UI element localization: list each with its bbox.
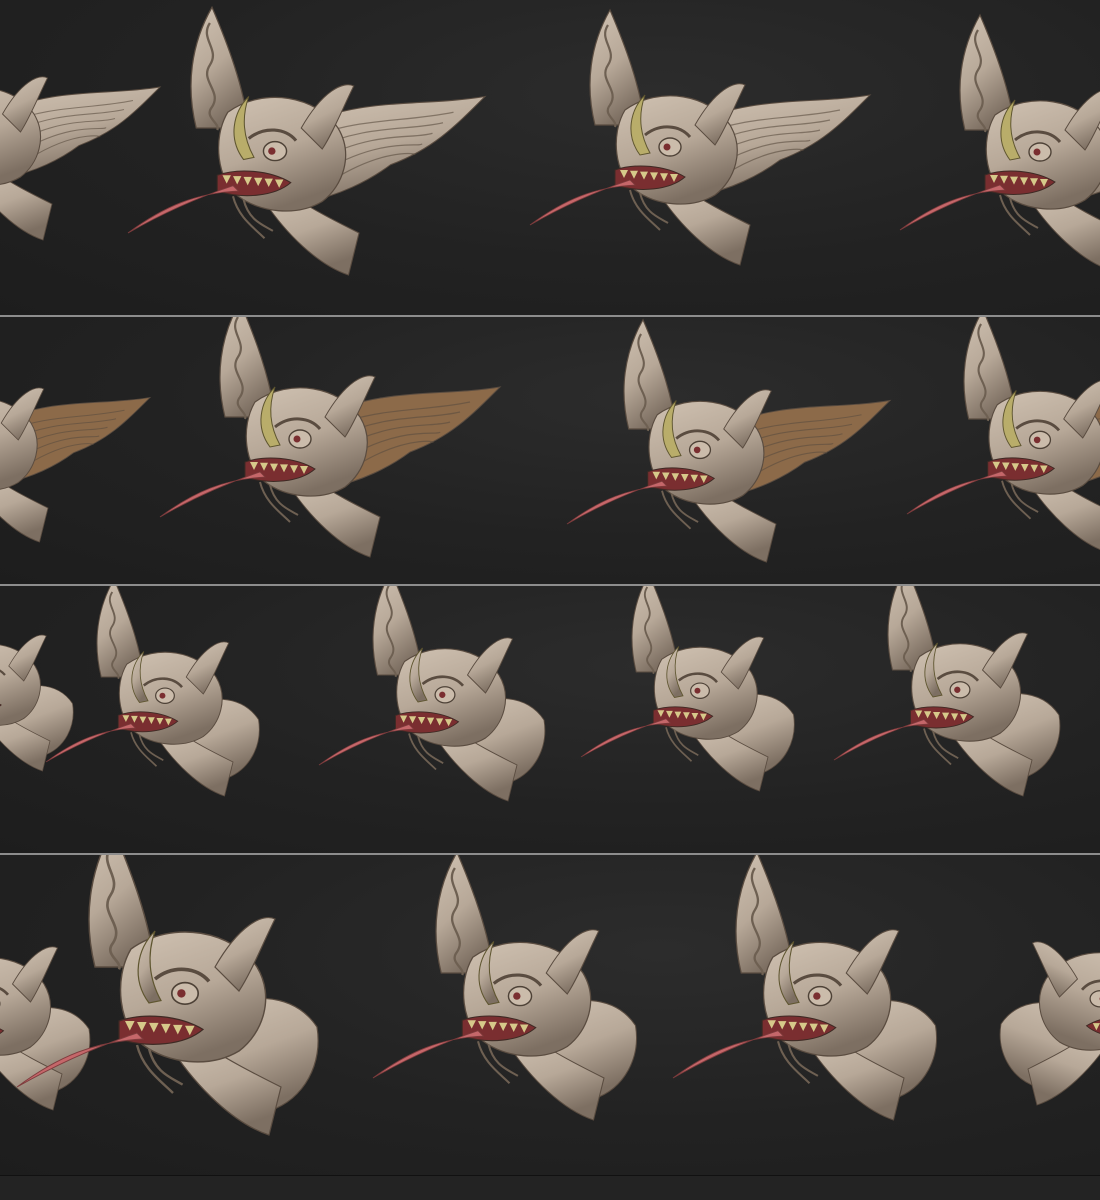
giant-head-bust-icon (580, 586, 795, 792)
giant-head-bust-icon (45, 586, 260, 797)
giant-head-bust-icon (833, 586, 1061, 797)
tongue (580, 718, 672, 758)
turnaround-row-4 (0, 855, 1100, 1175)
giant-head-bust-icon (529, 8, 872, 266)
giant-head-bust-icon (0, 387, 152, 543)
tongue (899, 184, 1006, 231)
row-canvas (0, 317, 1100, 563)
tongue (566, 480, 668, 525)
giant-head-bust-icon (159, 317, 502, 558)
giant-head-bust-icon (899, 13, 1100, 267)
tongue (318, 724, 415, 766)
giant-head-bust-icon (566, 318, 892, 563)
tongue (159, 471, 266, 518)
turnaround-row-2 (0, 317, 1100, 584)
tongue (529, 179, 636, 226)
model-turnaround-sheet (0, 0, 1100, 1200)
tongue (833, 719, 930, 761)
giant-head-bust-icon (906, 317, 1100, 550)
turnaround-row-3 (0, 586, 1100, 853)
tongue (906, 470, 1008, 515)
giant-head-bust-icon (127, 5, 487, 276)
giant-head-bust-icon (0, 634, 74, 772)
giant-head-bust-icon (0, 76, 162, 241)
turnaround-row-1 (0, 0, 1100, 315)
giant-head-bust-icon (372, 855, 637, 1121)
giant-head-bust-icon (0, 946, 91, 1111)
row-divider (0, 1175, 1100, 1176)
tongue (127, 185, 240, 234)
giant-head-bust-icon (318, 586, 546, 802)
tongue (672, 1030, 785, 1079)
row-canvas (0, 5, 1100, 276)
giant-head-bust-icon (999, 941, 1100, 1106)
giant-head-bust-icon (16, 855, 319, 1136)
giant-head-bust-icon (672, 855, 937, 1121)
tongue (372, 1030, 485, 1079)
row-canvas (0, 855, 1100, 1136)
row-canvas (0, 586, 1061, 802)
